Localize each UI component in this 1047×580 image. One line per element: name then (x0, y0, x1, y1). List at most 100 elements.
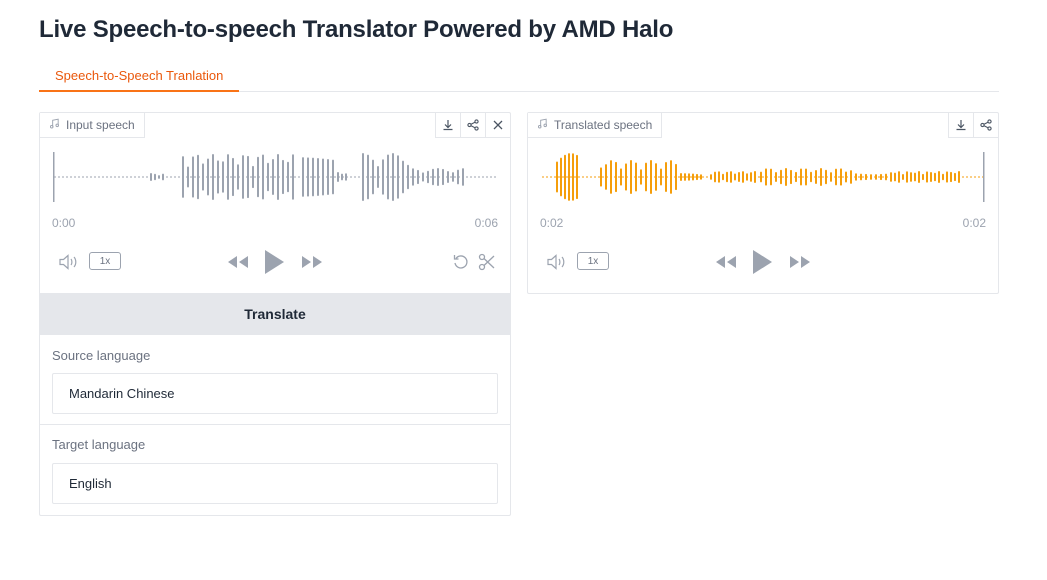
waveform-bar (894, 172, 896, 182)
waveform-bar (432, 168, 434, 186)
waveform-bar (307, 157, 309, 197)
waveform-bar (292, 154, 294, 200)
volume-icon[interactable] (56, 249, 82, 275)
waveform-bar (875, 174, 877, 180)
waveform-bar (560, 157, 562, 197)
playhead-cursor (53, 152, 55, 202)
share-icon[interactable] (460, 113, 485, 137)
playback-rate-button[interactable]: 1x (89, 252, 121, 270)
waveform-bar (237, 164, 239, 190)
waveform-bar (675, 163, 677, 191)
tab-bar: Speech-to-Speech Tranlation (39, 61, 999, 92)
download-icon[interactable] (436, 113, 460, 137)
waveform-bar (805, 168, 807, 186)
waveform-bar (780, 169, 782, 185)
waveform-bar (197, 154, 199, 200)
waveform-bar (345, 173, 347, 181)
waveform-bar (212, 154, 214, 200)
waveform-bar (312, 157, 314, 197)
waveform-bar (341, 173, 343, 181)
waveform-bar (954, 172, 956, 182)
close-icon[interactable] (485, 113, 510, 137)
output-waveform[interactable] (540, 151, 986, 203)
input-time-total: 0:06 (474, 216, 498, 230)
music-note-icon (537, 118, 548, 132)
share-icon[interactable] (973, 113, 998, 137)
waveform-bar (407, 164, 409, 190)
waveform-bar (840, 168, 842, 186)
waveform-bar (367, 154, 369, 200)
waveform-bar (770, 168, 772, 186)
waveform-bar (262, 154, 264, 200)
waveform-bar (730, 171, 732, 183)
waveform-bar (906, 171, 908, 183)
waveform-bar (934, 172, 936, 182)
waveform-bar (714, 171, 716, 183)
waveform-bar (785, 168, 787, 186)
waveform-bar (605, 164, 607, 190)
waveform-bar (890, 172, 892, 182)
waveform-bar (222, 161, 224, 193)
waveform-bar (880, 173, 882, 181)
waveform-bar (660, 168, 662, 186)
waveform-bar (442, 168, 444, 186)
waveform-bar (397, 155, 399, 199)
undo-icon[interactable] (450, 249, 472, 275)
waveform-bar (187, 166, 189, 188)
waveform-bar (615, 161, 617, 193)
waveform-bar (914, 172, 916, 182)
play-icon[interactable] (261, 249, 287, 275)
waveform-bar (267, 162, 269, 192)
tab-speech-to-speech[interactable]: Speech-to-Speech Tranlation (39, 61, 240, 92)
waveform-bar (556, 161, 558, 193)
rewind-icon[interactable] (225, 249, 251, 275)
waveform-bar (742, 171, 744, 183)
waveform-bar (564, 154, 566, 200)
waveform-bar (670, 160, 672, 194)
fast-forward-icon[interactable] (787, 249, 813, 275)
waveform-bar (572, 153, 574, 201)
waveform-bar (202, 163, 204, 191)
source-language-input[interactable] (52, 373, 498, 414)
waveform-bar (402, 160, 404, 194)
waveform-bar (447, 170, 449, 184)
input-controls: 1x (40, 249, 510, 275)
waveform-bar (910, 172, 912, 182)
source-language-block: Source language (40, 335, 510, 424)
waveform-bar (650, 160, 652, 194)
waveform-bar (387, 154, 389, 200)
waveform-bar (287, 161, 289, 193)
playhead-cursor (983, 152, 985, 202)
playback-rate-button[interactable]: 1x (577, 252, 609, 270)
waveform-bar (726, 171, 728, 183)
fast-forward-icon[interactable] (299, 249, 325, 275)
waveform-bar (192, 156, 194, 198)
waveform-bar (272, 158, 274, 196)
input-panel: Input speech 0:00 0:06 1x Translate Sour… (39, 112, 511, 516)
waveform-bar (640, 169, 642, 185)
music-note-icon (49, 118, 60, 132)
waveform-bar (332, 159, 334, 195)
waveform-bar (738, 171, 740, 183)
play-icon[interactable] (749, 249, 775, 275)
page-title: Live Speech-to-speech Translator Powered… (39, 16, 674, 43)
waveform-bar (926, 171, 928, 183)
volume-icon[interactable] (544, 249, 570, 275)
target-language-input[interactable] (52, 463, 498, 504)
input-waveform[interactable] (52, 151, 498, 203)
waveform-bar (750, 172, 752, 182)
scissors-icon[interactable] (476, 249, 498, 275)
waveform-bar (918, 171, 920, 183)
waveform-bar (800, 168, 802, 186)
waveform-bar (217, 160, 219, 194)
output-panel: Translated speech 0:02 0:02 1x (527, 112, 999, 294)
waveform-bar (825, 169, 827, 185)
waveform-bar (942, 173, 944, 181)
waveform-bar (850, 170, 852, 184)
waveform-bar (795, 171, 797, 183)
waveform-bar (860, 173, 862, 181)
download-icon[interactable] (949, 113, 973, 137)
waveform-bar (815, 169, 817, 185)
translate-button[interactable]: Translate (40, 293, 510, 335)
rewind-icon[interactable] (713, 249, 739, 275)
